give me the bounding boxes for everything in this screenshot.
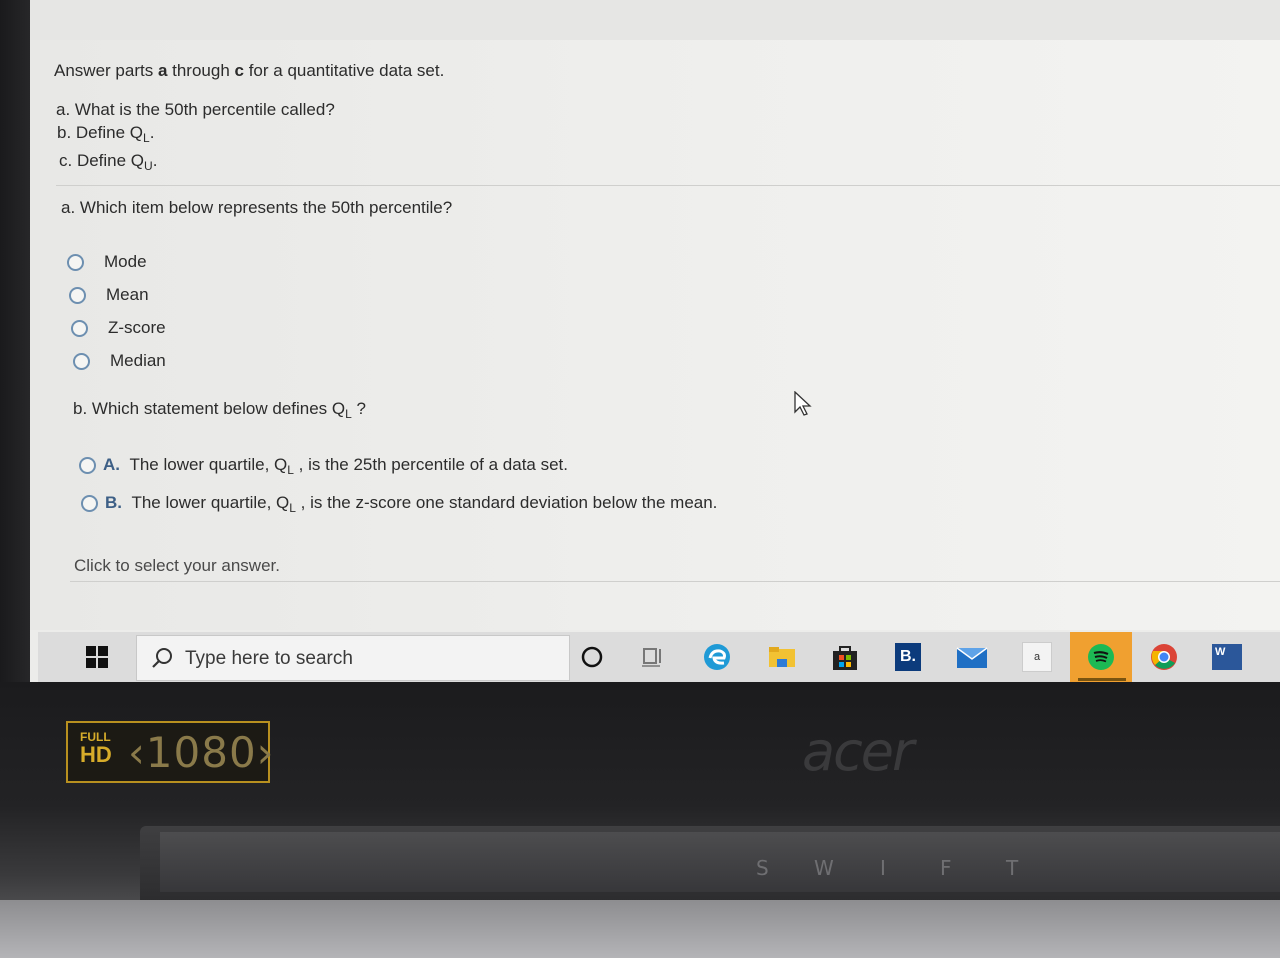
amazon-icon[interactable]: a	[1020, 640, 1054, 674]
option-median-label[interactable]: Median	[110, 351, 166, 371]
key-label: W	[814, 856, 834, 880]
sticker-resolution-text: ‹1080›	[128, 728, 275, 777]
radio-mean[interactable]	[69, 287, 86, 304]
windows-taskbar: Type here to search B. a W	[38, 632, 1280, 682]
word-icon[interactable]: W	[1210, 640, 1244, 674]
store-icon[interactable]	[828, 640, 862, 674]
radio-option-a[interactable]	[79, 457, 96, 474]
laptop-screen: Answer parts a through c for a quantitat…	[30, 0, 1280, 682]
key-label: S	[756, 856, 769, 880]
radio-z-score[interactable]	[71, 320, 88, 337]
laptop-hinge-inner	[160, 832, 1280, 892]
option-b-label[interactable]: B. The lower quartile, QL , is the z-sco…	[105, 493, 717, 515]
edge-icon[interactable]	[700, 640, 734, 674]
key-label: I	[880, 856, 886, 880]
divider	[56, 185, 1280, 186]
section-b-prompt: b. Which statement below defines QL ?	[73, 399, 367, 421]
sticker-hd-text: HD	[80, 742, 112, 767]
chrome-icon[interactable]	[1147, 640, 1181, 674]
radio-mode[interactable]	[67, 254, 84, 271]
acer-logo: acer	[802, 720, 914, 783]
cortana-circle-icon[interactable]	[575, 640, 609, 674]
divider-bottom	[70, 581, 1280, 582]
part-a-text: a. What is the 50th percentile called?	[56, 100, 335, 119]
search-placeholder: Type here to search	[185, 648, 353, 669]
answer-hint: Click to select your answer.	[74, 556, 280, 575]
section-a-prompt: a. Which item below represents the 50th …	[61, 198, 453, 217]
key-label: F	[940, 856, 952, 880]
radio-median[interactable]	[73, 353, 90, 370]
booking-icon[interactable]: B.	[891, 640, 925, 674]
task-view-icon[interactable]	[636, 640, 670, 674]
question-intro: Answer parts a through c for a quantitat…	[54, 61, 445, 80]
option-z-score-label[interactable]: Z-score	[108, 318, 166, 338]
part-b-text: b. Define QL.	[57, 123, 155, 145]
option-mode-label[interactable]: Mode	[104, 252, 147, 272]
taskbar-search-box[interactable]: Type here to search	[136, 635, 570, 681]
question-panel	[30, 40, 1280, 630]
option-mean-label[interactable]: Mean	[106, 285, 149, 305]
mouse-cursor-icon	[794, 391, 812, 416]
windows-start-icon[interactable]	[80, 640, 114, 674]
spotify-icon[interactable]	[1084, 640, 1118, 674]
file-explorer-icon[interactable]	[765, 640, 799, 674]
active-indicator	[1078, 678, 1126, 681]
search-icon	[152, 648, 172, 668]
key-label: T	[1006, 856, 1019, 880]
mail-icon[interactable]	[955, 640, 989, 674]
option-a-label[interactable]: A. The lower quartile, QL , is the 25th …	[103, 455, 568, 477]
part-c-text: c. Define QU.	[59, 151, 158, 173]
browser-top-strip	[30, 0, 1280, 41]
laptop-deck	[0, 900, 1280, 958]
radio-option-b[interactable]	[81, 495, 98, 512]
